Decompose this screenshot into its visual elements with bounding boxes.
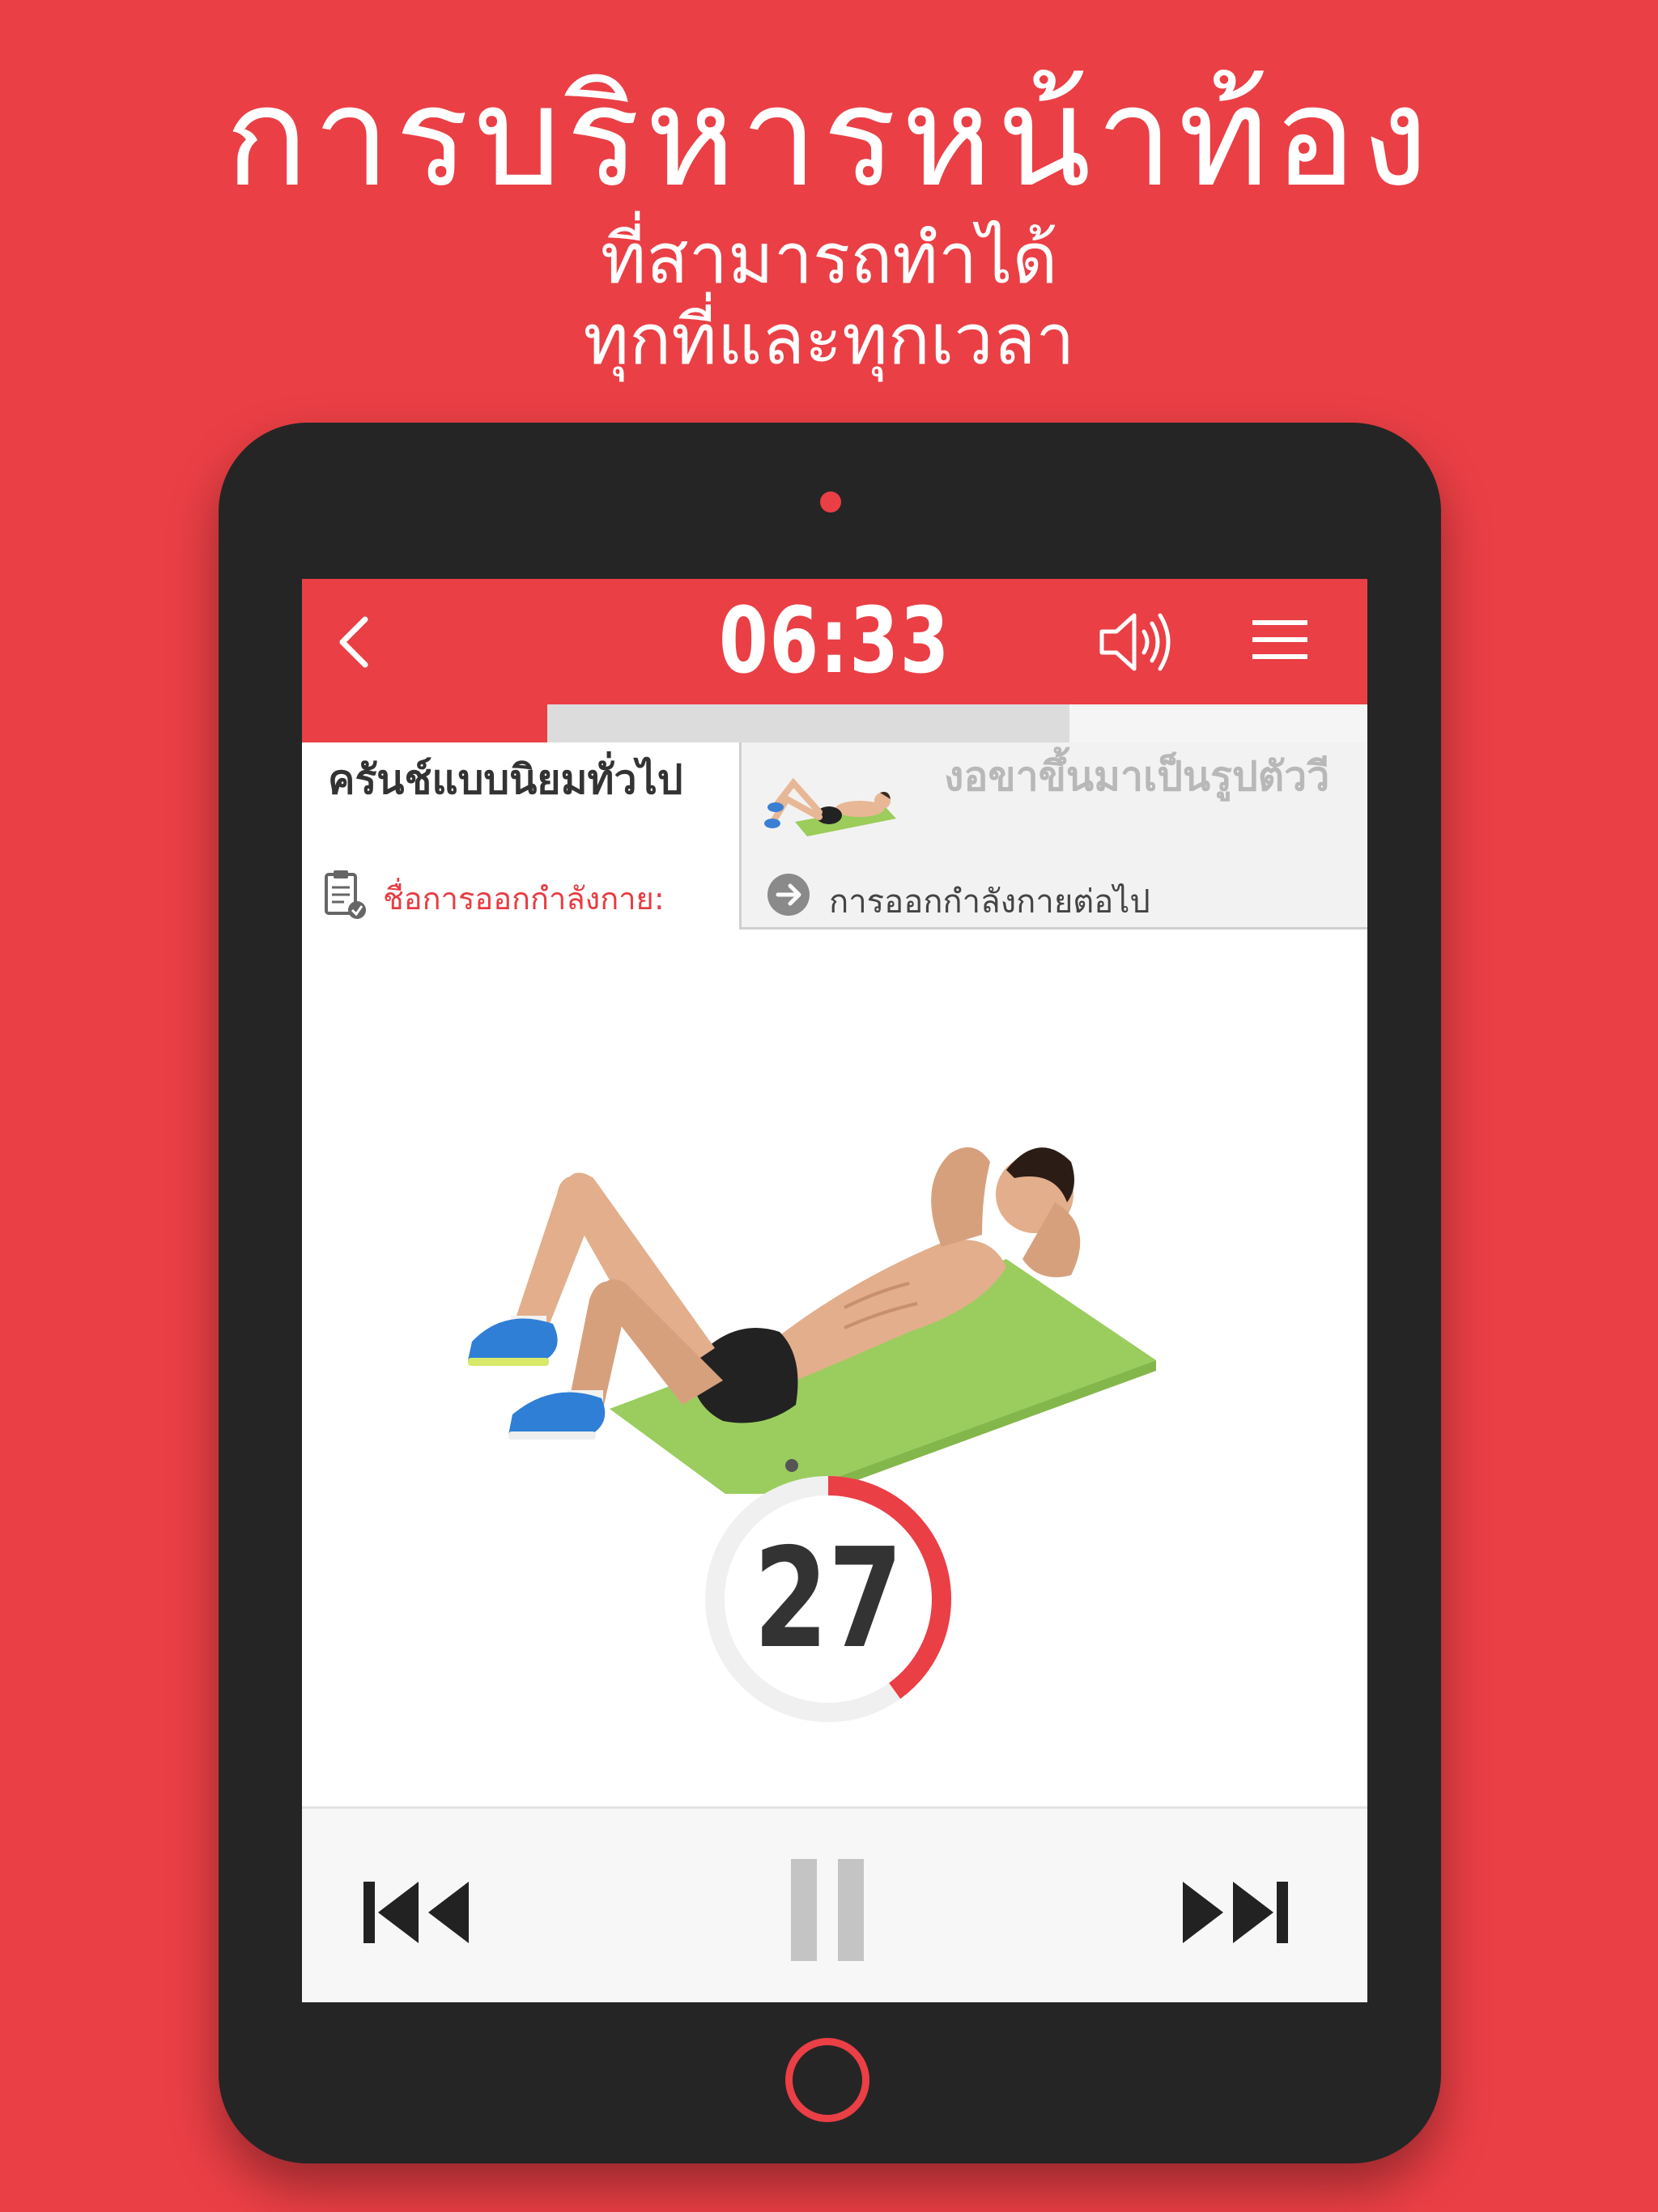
headline-title: การบริหารหน้าท้อง (224, 57, 1434, 218)
progress-completed (302, 704, 547, 742)
app-screen: 06:33 ครันช์แบบนิยมทั่วไป ชื่อการออกกำลั… (302, 579, 1367, 2002)
rep-countdown: 27 (699, 1470, 958, 1729)
exercise-name-label: ชื่อการออกกำลังกาย: (383, 881, 665, 917)
menu-icon[interactable] (1251, 615, 1309, 664)
current-exercise-panel: ครันช์แบบนิยมทั่วไป ชื่อการออกกำลังกาย: (302, 742, 739, 929)
next-exercise-thumbnail (764, 777, 896, 836)
headline-subtitle-1: ที่สามารถทำได้ (600, 219, 1058, 300)
tablet-frame: 06:33 ครันช์แบบนิยมทั่วไป ชื่อการออกกำลั… (219, 423, 1441, 2163)
workout-progress-bar (302, 704, 1367, 742)
progress-current (546, 704, 1069, 742)
next-exercise-name: งอขาขึ้นมาเป็นรูปตัววี (944, 753, 1330, 800)
countdown-value: 27 (753, 1519, 903, 1679)
exercise-illustration (468, 1147, 1156, 1494)
pause-icon[interactable] (791, 1859, 864, 1961)
camera-dot (820, 491, 841, 513)
next-exercise-label: การออกกำลังกายต่อไป (829, 883, 1150, 921)
back-icon[interactable] (325, 610, 389, 674)
home-button[interactable] (785, 2038, 869, 2122)
headline-subtitle-2: ทุกที่และทุกเวลา (583, 300, 1075, 381)
playback-controls (302, 1806, 1367, 2002)
next-exercise-panel[interactable]: งอขาขึ้นมาเป็นรูปตัววี การออกกำลังกายต่อ… (739, 742, 1367, 929)
current-exercise-name: ครันช์แบบนิยมทั่วไป (328, 756, 683, 803)
arrow-right-icon (767, 874, 810, 916)
clipboard-icon (325, 870, 366, 919)
top-bar: 06:33 (302, 579, 1367, 704)
speaker-icon[interactable] (1097, 609, 1178, 675)
next-icon[interactable] (1178, 1878, 1291, 1946)
previous-icon[interactable] (360, 1878, 474, 1946)
